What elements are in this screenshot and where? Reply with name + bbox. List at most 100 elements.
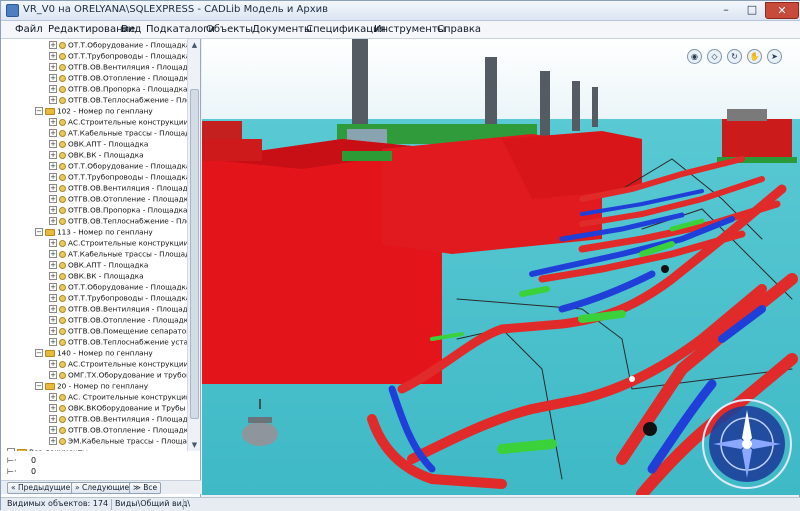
expand-icon[interactable]: + — [49, 162, 57, 170]
tree-item[interactable]: + ОТ.Т.Оборудование - Площадка — [49, 281, 187, 292]
tree-item[interactable]: + ОТГВ.ОВ.Пропорка - Площадка — [49, 83, 187, 94]
tree-item[interactable]: + ОТГВ.ОВ.Отопление - Площадка — [49, 314, 187, 325]
tree-item[interactable]: + ОВК.ВКОборудование и Трубы - — [49, 402, 187, 413]
expand-icon[interactable]: + — [49, 404, 57, 412]
scroll-up-icon[interactable]: ▲ — [188, 39, 201, 51]
tree-item[interactable]: + ОТГВ.ОВ.Отопление - Площадка — [49, 424, 187, 435]
expand-icon[interactable]: + — [49, 239, 57, 247]
scroll-down-icon[interactable]: ▼ — [188, 439, 201, 451]
expand-icon[interactable]: + — [49, 52, 57, 60]
tree-item[interactable]: + ОТГВ.ОВ.Отопление - Площадка — [49, 72, 187, 83]
collapse-icon[interactable]: − — [35, 349, 43, 357]
tree-item[interactable]: + ОТГВ.ОВ.Вентиляция - Площадк — [49, 61, 187, 72]
tree-item[interactable]: + ОТ.Т.Оборудование - Площадка — [49, 160, 187, 171]
navigation-compass[interactable] — [702, 399, 792, 489]
tree-item[interactable]: + ОТГВ.ОВ.Теплоснабжение устан — [49, 336, 187, 347]
tree-item[interactable]: + ОВК.ВК - Площадка — [49, 149, 144, 160]
tree-item[interactable]: + ОТГВ.ОВ.Теплоснабжение - Пло — [49, 215, 187, 226]
menu-documents[interactable]: Документы — [252, 24, 312, 35]
minimize-button[interactable]: – — [713, 2, 739, 19]
expand-icon[interactable]: + — [49, 316, 57, 324]
tree-group[interactable]: − 140 - Номер по генплану — [35, 347, 153, 358]
expand-icon[interactable]: + — [49, 63, 57, 71]
expand-icon[interactable]: + — [49, 250, 57, 258]
expand-icon[interactable]: + — [49, 261, 57, 269]
expand-icon[interactable]: + — [49, 151, 57, 159]
cube-icon[interactable]: ◇ — [707, 49, 722, 64]
tree-item[interactable]: + ОТГВ.ОВ.Помещение сепаратор — [49, 325, 187, 336]
tree-item[interactable]: + ОТГВ.ОВ.Теплоснабжение - Пло — [49, 94, 187, 105]
tree-item[interactable]: + ЭМ.Кабельные трассы - Площад — [49, 435, 187, 446]
tree-item[interactable]: + АС. Строительные конструкции - — [49, 391, 187, 402]
menu-objects[interactable]: Объекты — [206, 24, 253, 35]
rotate-icon[interactable]: ↻ — [727, 49, 742, 64]
menu-subcatalogs[interactable]: Подкаталоги — [146, 24, 215, 35]
tree-item[interactable]: + ОТ.Т.Трубопроводы - Площадка — [49, 171, 187, 182]
tree-item[interactable]: + ОВК.ВК - Площадка — [49, 270, 144, 281]
collapse-icon[interactable]: − — [35, 107, 43, 115]
collapse-icon[interactable]: − — [35, 228, 43, 236]
expand-icon[interactable]: + — [49, 371, 57, 379]
collapse-icon[interactable]: − — [35, 382, 43, 390]
tree-item[interactable]: + ОТ.Т.Оборудование - Площадка — [49, 39, 187, 50]
arrow-icon[interactable]: ➤ — [767, 49, 782, 64]
tree-item[interactable]: + ОТГВ.ОВ.Отопление - Площадка — [49, 193, 187, 204]
tree-group[interactable]: − 113 - Номер по генплану — [35, 226, 153, 237]
expand-icon[interactable]: + — [49, 305, 57, 313]
tree-item[interactable]: + АС.Строительные конструкции - — [49, 237, 187, 248]
tree-item[interactable]: + ОМГ.ТХ.Оборудование и трубопр — [49, 369, 187, 380]
expand-icon[interactable]: + — [49, 206, 57, 214]
expand-icon[interactable]: + — [49, 96, 57, 104]
tree-root[interactable]: − Все документы — [7, 446, 88, 451]
expand-icon[interactable]: + — [49, 294, 57, 302]
tree-item[interactable]: + АС.Строительные конструкции - — [49, 358, 187, 369]
expand-icon[interactable]: + — [49, 327, 57, 335]
tree-group[interactable]: − 102 - Номер по генплану — [35, 105, 153, 116]
tree-item[interactable]: + АТ.Кабельные трассы - Площадк — [49, 248, 187, 259]
expand-icon[interactable]: + — [49, 426, 57, 434]
expand-icon[interactable]: + — [49, 41, 57, 49]
3d-scene[interactable] — [202, 39, 800, 495]
tree-item[interactable]: + ОВК.АПТ - Площадка — [49, 259, 148, 270]
expand-icon[interactable]: + — [49, 74, 57, 82]
expand-icon[interactable]: + — [49, 272, 57, 280]
tree-item[interactable]: + ОТГВ.ОВ.Пропорка - Площадка — [49, 204, 187, 215]
collapse-icon[interactable]: − — [7, 448, 15, 451]
expand-icon[interactable]: + — [49, 118, 57, 126]
menu-file[interactable]: Файл — [15, 24, 43, 35]
tree-item[interactable]: + ОТГВ.ОВ.Вентиляция - Площадк — [49, 413, 187, 424]
hand-icon[interactable]: ✋ — [747, 49, 762, 64]
expand-icon[interactable]: + — [49, 415, 57, 423]
expand-icon[interactable]: + — [49, 360, 57, 368]
eye-icon[interactable]: ◉ — [687, 49, 702, 64]
expand-icon[interactable]: + — [49, 173, 57, 181]
tree-item[interactable]: + ОТ.Т.Трубопроводы - Площадка — [49, 50, 187, 61]
expand-icon[interactable]: + — [49, 195, 57, 203]
title-bar[interactable]: VR_V0 на ORELYANA\SQLEXPRESS - CADLib Мо… — [1, 1, 800, 21]
expand-icon[interactable]: + — [49, 437, 57, 445]
all-button[interactable]: ≫ Все — [129, 482, 162, 494]
previous-button[interactable]: « Предыдущие — [7, 482, 75, 494]
expand-icon[interactable]: + — [49, 283, 57, 291]
next-button[interactable]: » Следующие — [71, 482, 134, 494]
expand-icon[interactable]: + — [49, 184, 57, 192]
tree-item[interactable]: + ОТГВ.ОВ.Вентиляция - Площадк — [49, 182, 187, 193]
tree-group[interactable]: − 20 - Номер по генплану — [35, 380, 148, 391]
model-viewport[interactable]: ◉ ◇ ↻ ✋ ➤ — [202, 39, 800, 495]
tree-item[interactable]: + ОВК.АПТ - Площадка — [49, 138, 148, 149]
close-button[interactable]: ✕ — [765, 2, 799, 19]
expand-icon[interactable]: + — [49, 217, 57, 225]
expand-icon[interactable]: + — [49, 338, 57, 346]
expand-icon[interactable]: + — [49, 129, 57, 137]
tree-item[interactable]: + ОТ.Т.Трубопроводы - Площадка — [49, 292, 187, 303]
expand-icon[interactable]: + — [49, 85, 57, 93]
tree-item[interactable]: + ОТГВ.ОВ.Вентиляция - Площадк — [49, 303, 187, 314]
tree-scrollbar[interactable]: ▲ ▼ — [187, 39, 200, 451]
maximize-button[interactable]: □ — [739, 2, 765, 19]
expand-icon[interactable]: + — [49, 393, 57, 401]
expand-icon[interactable]: + — [49, 140, 57, 148]
tree-item[interactable]: + АТ.Кабельные трассы - Площадк — [49, 127, 187, 138]
menu-help[interactable]: Справка — [437, 24, 481, 35]
document-tree[interactable]: + ОТ.Т.Оборудование - Площадка + ОТ.Т.Трубо… — [1, 39, 187, 451]
menu-view[interactable]: Вид — [121, 24, 141, 35]
